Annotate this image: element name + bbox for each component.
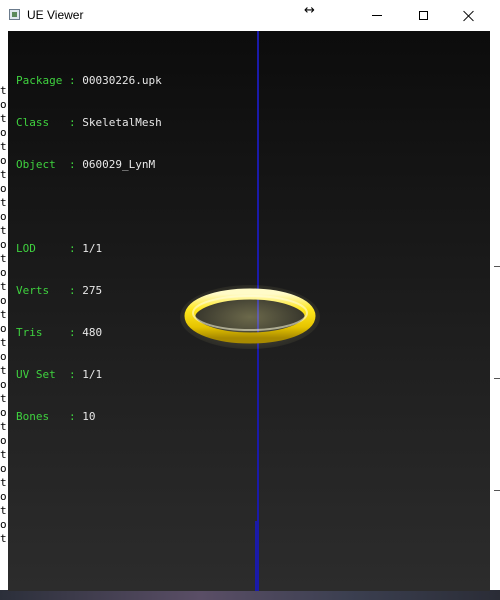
info-row-bones: Bones : 10: [16, 410, 96, 423]
maximize-icon: [418, 11, 428, 20]
close-button[interactable]: [446, 0, 492, 31]
minimize-button[interactable]: [354, 0, 400, 31]
info-row-package: Package : 00030226.upk: [16, 74, 162, 87]
info-row-class: Class : SkeletalMesh: [16, 116, 162, 129]
info-spacer: [16, 200, 162, 214]
window-title: UE Viewer: [27, 8, 84, 22]
vertical-axis-line-lower: [255, 521, 257, 591]
maximize-button[interactable]: [400, 0, 446, 31]
info-row-lod: LOD : 1/1: [16, 242, 103, 255]
minimize-icon: [372, 15, 382, 16]
ring-mesh-render: [180, 285, 320, 349]
app-window-icon[interactable]: [9, 9, 20, 20]
ue-viewer-window: UE Viewer ↔ Package : 00030226.upk Class…: [0, 0, 500, 600]
info-row-uv-set: UV Set : 1/1: [16, 368, 103, 381]
3d-viewport[interactable]: Package : 00030226.upk Class : SkeletalM…: [8, 31, 490, 591]
horizontal-resize-cursor-icon: ↔: [304, 3, 315, 18]
mesh-info-overlay: Package : 00030226.upk Class : SkeletalM…: [16, 46, 162, 452]
ring-mesh[interactable]: [180, 281, 320, 351]
close-icon: [463, 10, 475, 22]
info-row-object: Object : 060029_LynM: [16, 158, 156, 171]
info-row-tris: Tris : 480: [16, 326, 103, 339]
title-bar[interactable]: UE Viewer ↔: [0, 0, 500, 31]
info-row-verts: Verts : 275: [16, 284, 103, 297]
